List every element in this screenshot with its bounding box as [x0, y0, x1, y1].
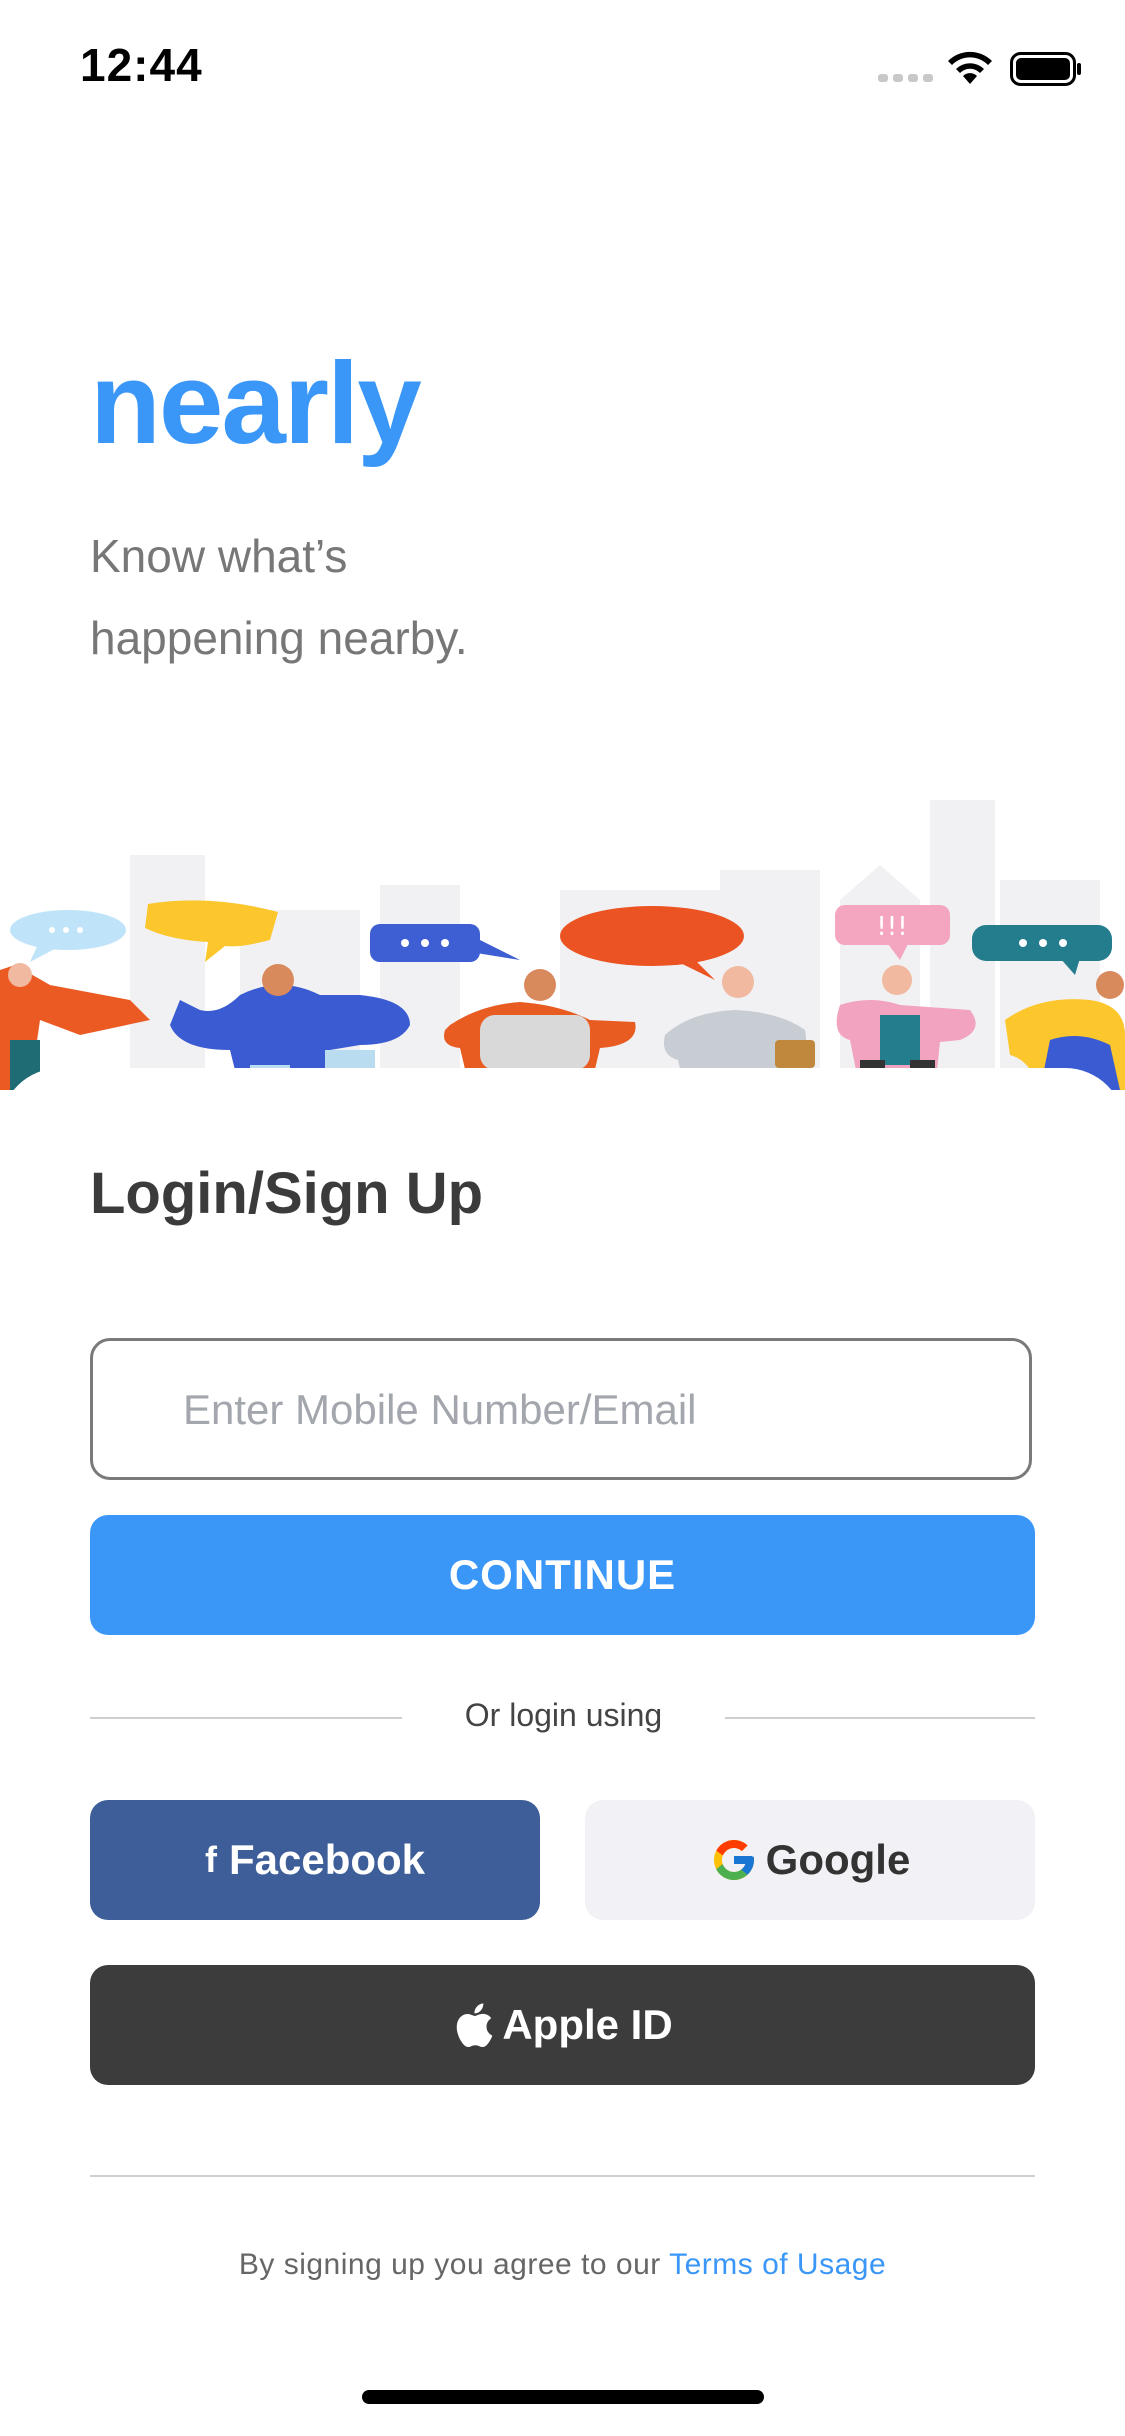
apple-icon: [457, 2003, 493, 2048]
login-sheet: [0, 1068, 1125, 2436]
facebook-icon: f: [204, 1839, 217, 1880]
status-time: 12:44: [80, 39, 203, 91]
login-title: Login/Sign Up: [90, 1161, 484, 1226]
terms-text: By signing up you agree to our Terms of …: [0, 2248, 1125, 2282]
terms-prefix: By signing up you agree to our: [238, 2248, 661, 2281]
mobile-email-field[interactable]: [90, 1338, 1032, 1480]
footer-divider: [90, 2175, 1035, 2177]
continue-button[interactable]: CONTINUE: [90, 1515, 1035, 1635]
app-logo-text: nearly: [90, 338, 422, 468]
svg-text:!!!: !!!: [876, 912, 907, 942]
people-illustration: !!!: [0, 800, 1125, 1090]
status-bar: 12:44: [0, 0, 1125, 132]
battery-icon: [1010, 52, 1081, 86]
home-indicator: [362, 2390, 764, 2404]
cellular-signal-icon: [878, 74, 933, 82]
facebook-label: Facebook: [228, 1836, 426, 1883]
tagline: Know what’s happening nearby.: [90, 515, 570, 679]
apple-id-login-button[interactable]: Apple ID: [90, 1965, 1035, 2085]
google-login-button[interactable]: Google: [585, 1800, 1035, 1920]
wifi-icon: [948, 51, 992, 84]
mobile-email-input[interactable]: [181, 1341, 1005, 1479]
apple-id-label: Apple ID: [502, 2001, 673, 2048]
tagline-line-2: happening nearby.: [90, 612, 468, 664]
divider-line-right: [725, 1717, 1035, 1719]
google-label: Google: [765, 1836, 911, 1883]
divider-line-left: [90, 1717, 402, 1719]
google-icon: [713, 1840, 754, 1880]
or-login-using-text: Or login using: [464, 1697, 663, 1733]
terms-of-usage-link[interactable]: Terms of Usage: [669, 2248, 886, 2281]
facebook-login-button[interactable]: f Facebook: [90, 1800, 540, 1920]
tagline-line-1: Know what’s: [90, 530, 348, 582]
